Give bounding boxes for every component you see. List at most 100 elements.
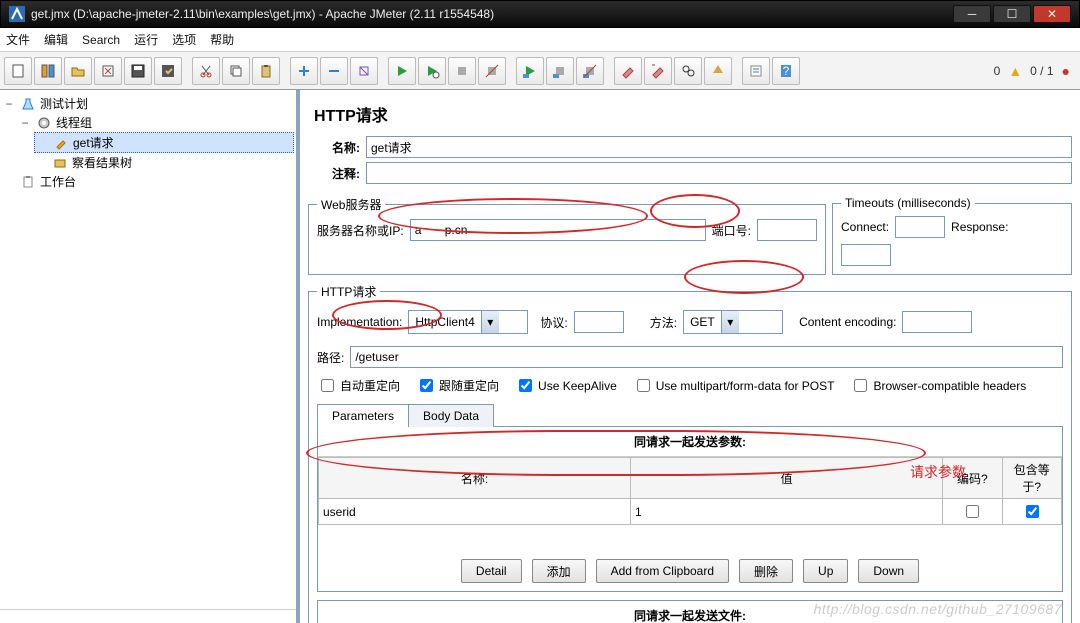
col-name: 名称: — [319, 458, 631, 499]
main-panel: HTTP请求 名称: 注释: Web服务器 服务器名称或IP: 端口号: Tim… — [300, 90, 1080, 623]
multipart-checkbox[interactable]: Use multipart/form-data for POST — [633, 376, 835, 395]
clear-all-icon[interactable] — [644, 57, 672, 85]
window-titlebar: get.jmx (D:\apache-jmeter-2.11\bin\examp… — [0, 0, 1080, 28]
follow-redirect-checkbox[interactable]: 跟随重定向 — [416, 376, 499, 395]
tab-body-data[interactable]: Body Data — [408, 404, 494, 427]
pipette-icon — [53, 135, 69, 151]
toolbar: ? 0 ▲ 0 / 1 ● — [0, 52, 1080, 90]
remote-stop-icon[interactable] — [546, 57, 574, 85]
connect-input[interactable] — [895, 216, 945, 238]
tree-workbench[interactable]: 工作台 — [2, 172, 294, 191]
method-select[interactable]: GET ▾ — [683, 310, 783, 334]
close-button[interactable]: ✕ — [1033, 5, 1071, 23]
cell-encode-checkbox[interactable] — [966, 505, 979, 518]
start-no-timer-icon[interactable] — [418, 57, 446, 85]
encoding-input[interactable] — [902, 311, 972, 333]
auto-redirect-checkbox[interactable]: 自动重定向 — [317, 376, 400, 395]
port-input[interactable] — [757, 219, 817, 241]
keepalive-checkbox[interactable]: Use KeepAlive — [515, 376, 617, 395]
impl-select[interactable]: HttpClient4 ▾ — [408, 310, 528, 334]
tree-test-plan[interactable]: − 测试计划 — [2, 94, 294, 113]
watermark: http://blog.csdn.net/github_27109687 — [814, 601, 1062, 617]
col-include: 包含等于? — [1002, 458, 1061, 499]
save-icon[interactable] — [124, 57, 152, 85]
col-value: 值 — [631, 458, 943, 499]
tree-http-request[interactable]: get请求 — [34, 132, 294, 153]
up-button[interactable]: Up — [803, 559, 848, 583]
server-ip-label: 服务器名称或IP: — [317, 222, 404, 239]
save-as-icon[interactable] — [154, 57, 182, 85]
add-clipboard-button[interactable]: Add from Clipboard — [596, 559, 729, 583]
cell-value[interactable]: 1 — [631, 499, 943, 525]
error-count: 0 / 1 — [1030, 64, 1053, 78]
tree-thread-group[interactable]: − 线程组 — [18, 113, 294, 132]
down-button[interactable]: Down — [858, 559, 919, 583]
expand-icon[interactable] — [290, 57, 318, 85]
tree-label: get请求 — [73, 134, 114, 151]
protocol-label: 协议: — [540, 314, 567, 331]
name-input[interactable] — [366, 136, 1072, 158]
menu-run[interactable]: 运行 — [134, 31, 158, 48]
folder-tree-icon — [52, 155, 68, 171]
shutdown-icon[interactable] — [478, 57, 506, 85]
connect-label: Connect: — [841, 220, 889, 234]
paste-icon[interactable] — [252, 57, 280, 85]
collapse-icon[interactable] — [320, 57, 348, 85]
remote-shutdown-icon[interactable] — [576, 57, 604, 85]
gear-icon — [36, 115, 52, 131]
flask-icon — [20, 96, 36, 112]
cell-name[interactable]: userid — [319, 499, 631, 525]
menu-search[interactable]: Search — [82, 33, 120, 47]
web-server-legend: Web服务器 — [317, 196, 385, 213]
search-icon[interactable] — [674, 57, 702, 85]
menu-help[interactable]: 帮助 — [210, 31, 234, 48]
comment-input[interactable] — [366, 162, 1072, 184]
open-icon[interactable] — [64, 57, 92, 85]
start-icon[interactable] — [388, 57, 416, 85]
browser-headers-checkbox[interactable]: Browser-compatible headers — [850, 376, 1026, 395]
error-icon: ● — [1062, 63, 1070, 79]
response-input[interactable] — [841, 244, 891, 266]
stop-icon[interactable] — [448, 57, 476, 85]
cut-icon[interactable] — [192, 57, 220, 85]
col-encode: 编码? — [943, 458, 1002, 499]
method-label: 方法: — [650, 314, 677, 331]
tab-parameters[interactable]: Parameters — [317, 404, 409, 427]
clear-icon[interactable] — [614, 57, 642, 85]
close-icon[interactable] — [94, 57, 122, 85]
panel-title: HTTP请求 — [314, 102, 1072, 126]
menu-edit[interactable]: 编辑 — [44, 31, 68, 48]
cell-include-checkbox[interactable] — [1026, 505, 1039, 518]
tree-view-results[interactable]: 察看结果树 — [34, 153, 294, 172]
maximize-button[interactable]: ☐ — [993, 5, 1031, 23]
tree-label: 测试计划 — [40, 95, 88, 112]
toggle-icon[interactable] — [350, 57, 378, 85]
new-icon[interactable] — [4, 57, 32, 85]
collapse-toggle-icon[interactable]: − — [20, 116, 30, 130]
templates-icon[interactable] — [34, 57, 62, 85]
tree-label: 察看结果树 — [72, 154, 132, 171]
function-helper-icon[interactable] — [742, 57, 770, 85]
minimize-button[interactable]: ─ — [953, 5, 991, 23]
params-table[interactable]: 名称: 值 编码? 包含等于? userid 1 — [318, 457, 1062, 525]
menu-options[interactable]: 选项 — [172, 31, 196, 48]
reset-search-icon[interactable] — [704, 57, 732, 85]
name-label: 名称: — [314, 139, 360, 156]
protocol-input[interactable] — [574, 311, 624, 333]
detail-button[interactable]: Detail — [461, 559, 522, 583]
http-legend: HTTP请求 — [317, 283, 380, 300]
http-request-group: HTTP请求 Implementation: HttpClient4 ▾ 协议:… — [308, 283, 1072, 623]
remote-start-icon[interactable] — [516, 57, 544, 85]
server-ip-input[interactable] — [410, 219, 706, 241]
copy-icon[interactable] — [222, 57, 250, 85]
chevron-down-icon: ▾ — [481, 311, 499, 333]
help-icon[interactable]: ? — [772, 57, 800, 85]
tree-scrollbar[interactable] — [0, 609, 296, 623]
path-input[interactable] — [350, 346, 1063, 368]
tree-label: 工作台 — [40, 173, 76, 190]
menu-file[interactable]: 文件 — [6, 31, 30, 48]
delete-button[interactable]: 删除 — [739, 559, 793, 583]
add-button[interactable]: 添加 — [532, 559, 586, 583]
collapse-toggle-icon[interactable]: − — [4, 97, 14, 111]
table-row[interactable]: userid 1 — [319, 499, 1062, 525]
